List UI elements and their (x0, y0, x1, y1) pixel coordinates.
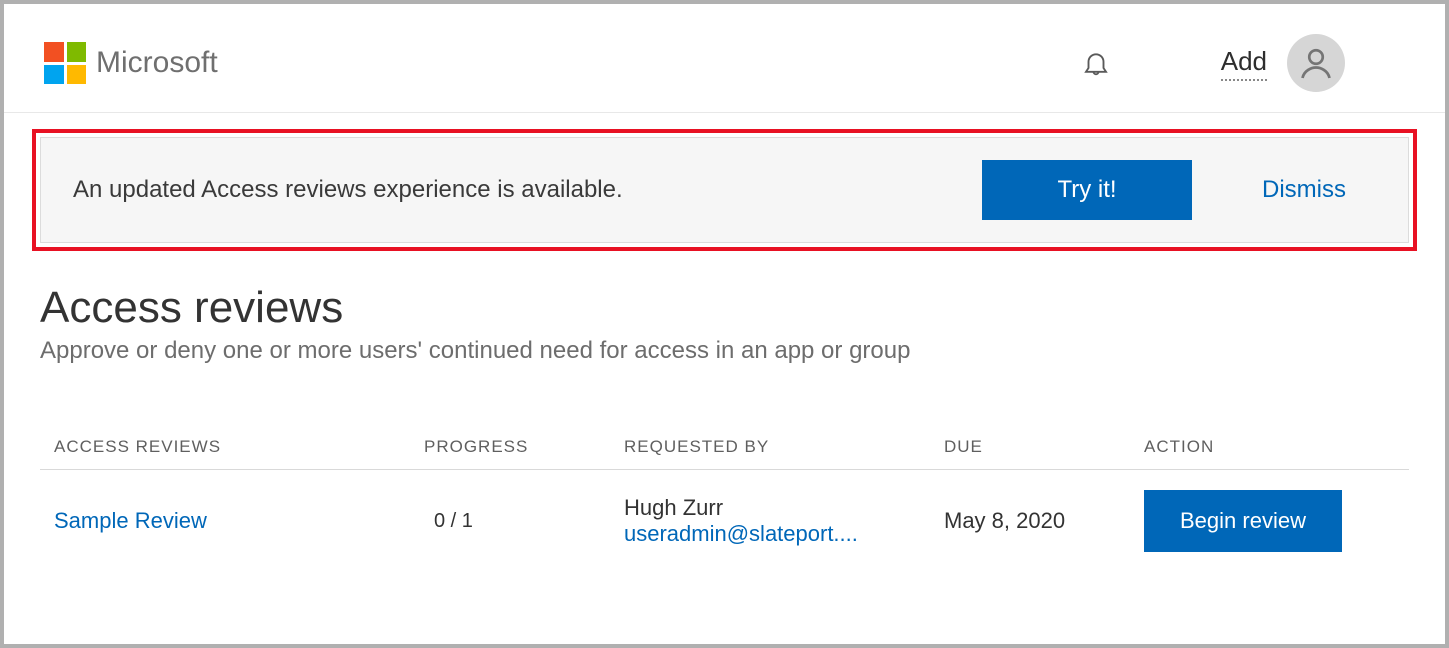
review-action: Begin review (1144, 490, 1395, 552)
col-action: ACTION (1144, 437, 1395, 457)
notifications-icon[interactable] (1081, 48, 1111, 78)
banner-message: An updated Access reviews experience is … (73, 176, 942, 204)
table-header: ACCESS REVIEWS PROGRESS REQUESTED BY DUE… (40, 425, 1409, 470)
header: Microsoft Add (4, 4, 1445, 113)
brand-text: Microsoft (96, 46, 218, 80)
col-name: ACCESS REVIEWS (54, 437, 424, 457)
microsoft-logo-icon (44, 42, 86, 84)
user-avatar[interactable] (1287, 34, 1345, 92)
feature-banner-highlight: An updated Access reviews experience is … (32, 129, 1417, 251)
page-body: Access reviews Approve or deny one or mo… (4, 283, 1445, 572)
col-due: DUE (944, 437, 1144, 457)
person-icon (1298, 45, 1334, 81)
page-title: Access reviews (40, 283, 1409, 333)
begin-review-button[interactable]: Begin review (1144, 490, 1342, 552)
col-progress: PROGRESS (424, 437, 624, 457)
requester-email-link[interactable]: useradmin@slateport.... (624, 521, 909, 547)
table-row: Sample Review 0 / 1 Hugh Zurr useradmin@… (40, 470, 1409, 572)
feature-banner: An updated Access reviews experience is … (40, 137, 1409, 243)
app-frame: Microsoft Add An updated Access reviews … (4, 4, 1445, 644)
review-requested-by: Hugh Zurr useradmin@slateport.... (624, 495, 944, 547)
review-name-link[interactable]: Sample Review (54, 508, 424, 534)
review-progress: 0 / 1 (424, 510, 624, 533)
page-subtitle: Approve or deny one or more users' conti… (40, 337, 1409, 365)
requester-name: Hugh Zurr (624, 495, 944, 521)
review-due: May 8, 2020 (944, 508, 1144, 534)
add-button[interactable]: Add (1221, 46, 1267, 81)
col-requested: REQUESTED BY (624, 437, 944, 457)
access-reviews-table: ACCESS REVIEWS PROGRESS REQUESTED BY DUE… (40, 425, 1409, 572)
dismiss-button[interactable]: Dismiss (1232, 176, 1376, 204)
brand-logo[interactable]: Microsoft (44, 42, 218, 84)
try-it-button[interactable]: Try it! (982, 160, 1192, 220)
